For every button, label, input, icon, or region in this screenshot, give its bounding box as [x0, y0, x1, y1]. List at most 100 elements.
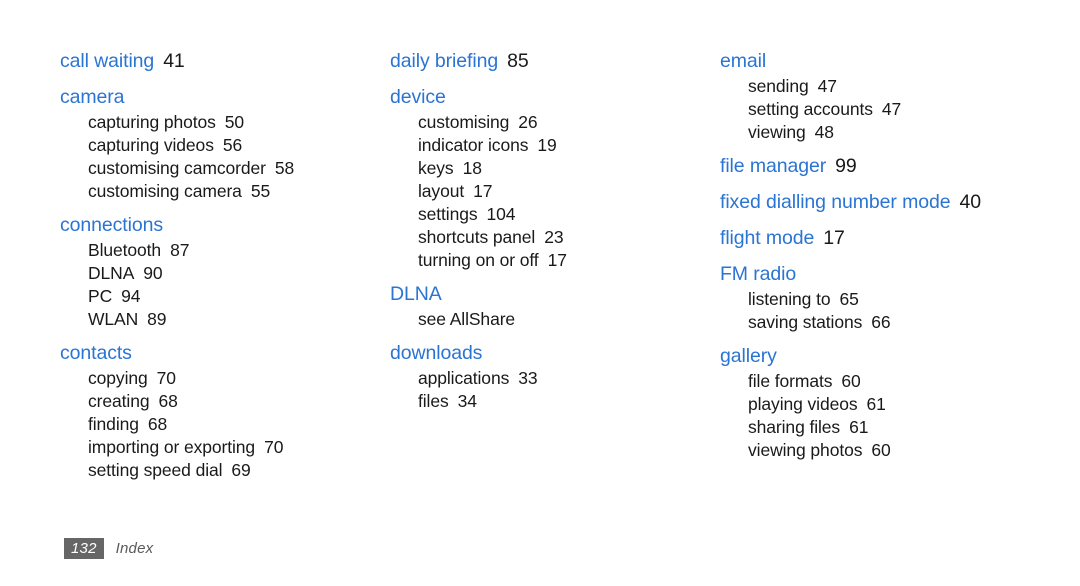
index-subentry-label: viewing photos [748, 440, 863, 460]
index-subentry[interactable]: files 34 [390, 390, 720, 413]
index-subentry-label: shortcuts panel [418, 227, 536, 247]
index-column: daily briefing 85 device customising 26 indic… [390, 48, 720, 413]
index-subentry[interactable]: applications 33 [390, 367, 720, 390]
index-headword-label: call waiting [60, 50, 155, 72]
index-subentry[interactable]: indicator icons 19 [390, 134, 720, 157]
index-subentry[interactable]: turning on or off 17 [390, 249, 720, 272]
index-column: email sending 47 setting accounts 47 viewing 4… [720, 48, 1050, 462]
index-subentry[interactable]: saving stations 66 [720, 311, 1050, 334]
index-subentry-page: 61 [849, 417, 869, 437]
index-subentry-page: 94 [121, 286, 141, 306]
index-subentry[interactable]: sending 47 [720, 75, 1050, 98]
index-headword[interactable]: contacts [60, 340, 390, 367]
index-headword-label: flight mode [720, 227, 815, 249]
index-headword[interactable]: downloads [390, 340, 720, 367]
index-subentry-page: 17 [547, 250, 567, 270]
index-headword[interactable]: flight mode 17 [720, 225, 1050, 252]
index-subentry-page: 90 [143, 263, 163, 283]
index-headword-page: 85 [507, 50, 529, 72]
index-subentry[interactable]: Bluetooth 87 [60, 239, 390, 262]
index-subentry[interactable]: finding 68 [60, 413, 390, 436]
index-subentry-page: 19 [537, 135, 557, 155]
index-subentry-label: importing or exporting [88, 437, 256, 457]
index-headword[interactable]: DLNA [390, 281, 720, 308]
index-subentry-page: 104 [486, 204, 516, 224]
index-subentry-label: applications [418, 368, 510, 388]
index-entry-group: FM radio listening to 65 saving stations 66 [720, 261, 1050, 334]
index-subentry[interactable]: file formats 60 [720, 370, 1050, 393]
index-headword-label: email [720, 50, 767, 72]
index-headword[interactable]: daily briefing 85 [390, 48, 720, 75]
index-subentry[interactable]: copying 70 [60, 367, 390, 390]
index-subentry[interactable]: setting accounts 47 [720, 98, 1050, 121]
index-subentry-page: 56 [222, 135, 243, 155]
index-subentry-label: keys [418, 158, 454, 178]
index-subentry-page: 61 [866, 394, 886, 414]
index-subentry-label: customising [418, 112, 510, 132]
index-subentry[interactable]: viewing 48 [720, 121, 1050, 144]
index-subentry-label: creating [88, 391, 150, 411]
index-subentry-page: 17 [473, 181, 493, 201]
index-headword[interactable]: connections [60, 212, 390, 239]
index-headword[interactable]: camera [60, 84, 390, 111]
index-subentry-list: applications 33 files 34 [390, 367, 720, 413]
index-headword-label: FM radio [720, 263, 797, 285]
index-subentry-label: WLAN [88, 309, 139, 329]
page-footer: 132 Index [64, 538, 153, 559]
index-subentry-page: 50 [224, 112, 245, 132]
index-headword-label: DLNA [390, 283, 442, 305]
index-headword[interactable]: fixed dialling number mode 40 [720, 189, 1050, 216]
index-entry-group: call waiting 41 [60, 48, 390, 75]
index-subentry-list: see AllShare [390, 308, 720, 331]
index-subentry-page: 18 [462, 158, 482, 178]
index-subentry-label: file formats [748, 371, 833, 391]
index-subentry-page: 58 [274, 158, 295, 178]
index-subentry[interactable]: PC 94 [60, 285, 390, 308]
index-subentry[interactable]: customising camcorder 58 [60, 157, 390, 180]
index-subentry-page: 33 [518, 368, 538, 388]
index-subentry-page: 70 [156, 368, 176, 388]
index-subentry[interactable]: creating 68 [60, 390, 390, 413]
index-subentry[interactable]: capturing photos 50 [60, 111, 390, 134]
index-subentry-page: 68 [147, 414, 168, 434]
index-subentry-page: 34 [457, 391, 477, 411]
index-headword[interactable]: email [720, 48, 1050, 75]
index-entry-group: email sending 47 setting accounts 47 viewing 4… [720, 48, 1050, 144]
index-headword[interactable]: gallery [720, 343, 1050, 370]
index-subentry[interactable]: playing videos 61 [720, 393, 1050, 416]
index-subentry[interactable]: DLNA 90 [60, 262, 390, 285]
index-subentry-label: viewing [748, 122, 806, 142]
index-page: call waiting 41 camera capturing photos 50 ca… [0, 0, 1080, 586]
index-headword-page: 99 [835, 155, 857, 177]
index-headword[interactable]: call waiting 41 [60, 48, 390, 75]
index-subentry[interactable]: settings 104 [390, 203, 720, 226]
index-subentry[interactable]: layout 17 [390, 180, 720, 203]
index-subentry-label: setting accounts [748, 99, 873, 119]
index-subentry-page: 65 [839, 289, 859, 309]
index-headword-label: gallery [720, 345, 777, 367]
index-subentry[interactable]: sharing files 61 [720, 416, 1050, 439]
index-subentry[interactable]: capturing videos 56 [60, 134, 390, 157]
index-headword[interactable]: device [390, 84, 720, 111]
index-headword[interactable]: FM radio [720, 261, 1050, 288]
index-subentry-label: Bluetooth [88, 240, 162, 260]
index-subentry[interactable]: customising camera 55 [60, 180, 390, 203]
index-subentry[interactable]: keys 18 [390, 157, 720, 180]
index-subentry-list: Bluetooth 87 DLNA 90 PC 94 WLAN 89 [60, 239, 390, 331]
index-headword[interactable]: file manager 99 [720, 153, 1050, 180]
index-subentry[interactable]: shortcuts panel 23 [390, 226, 720, 249]
index-subentry[interactable]: viewing photos 60 [720, 439, 1050, 462]
index-entry-group: gallery file formats 60 playing videos 61 sha… [720, 343, 1050, 462]
index-subentry[interactable]: setting speed dial 69 [60, 459, 390, 482]
index-subentry-label: indicator icons [418, 135, 529, 155]
index-entry-group: DLNA see AllShare [390, 281, 720, 331]
index-subentry[interactable]: see AllShare [390, 308, 720, 331]
index-subentry-label: setting speed dial [88, 460, 223, 480]
index-subentry-label: customising camcorder [88, 158, 266, 178]
index-subentry[interactable]: customising 26 [390, 111, 720, 134]
index-subentry[interactable]: WLAN 89 [60, 308, 390, 331]
index-subentry-page: 68 [158, 391, 178, 411]
index-subentry[interactable]: importing or exporting 70 [60, 436, 390, 459]
index-subentry-list: customising 26 indicator icons 19 keys 18 layo… [390, 111, 720, 272]
index-subentry[interactable]: listening to 65 [720, 288, 1050, 311]
